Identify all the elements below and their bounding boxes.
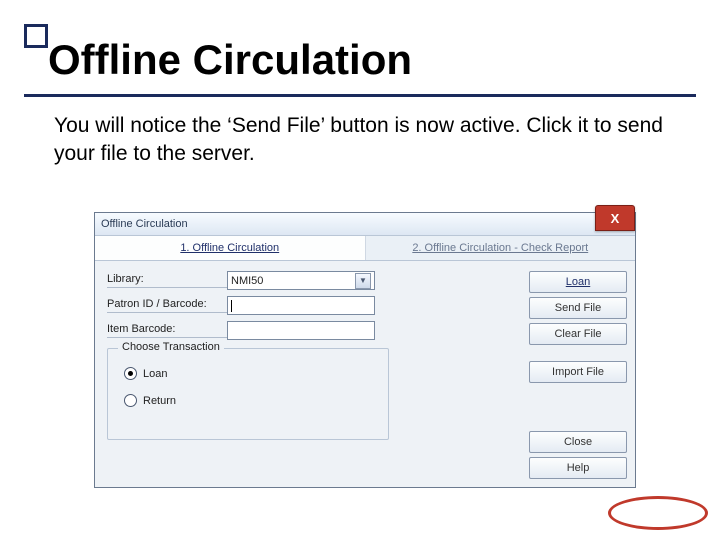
slide: Offline Circulation You will notice the … [0, 0, 720, 540]
tab-check-report[interactable]: 2. Offline Circulation - Check Report [366, 236, 636, 260]
label-patron: Patron ID / Barcode: [107, 298, 227, 313]
radio-icon [124, 367, 137, 380]
titlebar-text: Offline Circulation [101, 218, 188, 230]
callout-circle-icon [608, 496, 708, 530]
radio-icon [124, 394, 137, 407]
radio-loan-label: Loan [143, 368, 167, 380]
form-area: Library: NMI50 ▼ Patron ID / Barcode: It… [107, 271, 521, 479]
titlebar: Offline Circulation X [95, 213, 635, 236]
send-file-button[interactable]: Send File [529, 297, 627, 319]
radio-return-label: Return [143, 395, 176, 407]
library-combo[interactable]: NMI50 ▼ [227, 271, 375, 290]
close-icon: X [611, 211, 620, 226]
bullet-square-icon [24, 24, 48, 48]
import-file-button[interactable]: Import File [529, 361, 627, 383]
body-text: You will notice the ‘Send File’ button i… [54, 112, 674, 169]
dialog-body: Library: NMI50 ▼ Patron ID / Barcode: It… [95, 261, 635, 487]
close-button[interactable]: X [595, 205, 635, 231]
help-button[interactable]: Help [529, 457, 627, 479]
close-dialog-button[interactable]: Close [529, 431, 627, 453]
label-item: Item Barcode: [107, 323, 227, 338]
title-rule [24, 94, 696, 97]
dialog-wrap: Offline Circulation X 1. Offline Circula… [94, 212, 634, 508]
gap [529, 349, 627, 357]
clear-file-button[interactable]: Clear File [529, 323, 627, 345]
radio-loan[interactable]: Loan [124, 367, 378, 380]
loan-button[interactable]: Loan [529, 271, 627, 293]
chevron-down-icon: ▼ [355, 273, 371, 289]
item-barcode-input[interactable] [227, 321, 375, 340]
group-title: Choose Transaction [118, 341, 224, 353]
offline-circulation-dialog: Offline Circulation X 1. Offline Circula… [94, 212, 636, 488]
label-library: Library: [107, 273, 227, 288]
slide-title: Offline Circulation [48, 36, 412, 84]
tab-row: 1. Offline Circulation 2. Offline Circul… [95, 236, 635, 261]
library-value: NMI50 [231, 275, 263, 287]
tab-offline-circulation[interactable]: 1. Offline Circulation [95, 236, 366, 260]
patron-input[interactable] [227, 296, 375, 315]
text-cursor-icon [231, 300, 232, 312]
choose-transaction-group: Choose Transaction Loan Return [107, 348, 389, 440]
button-column: Loan Send File Clear File Import File Cl… [529, 271, 627, 479]
radio-return[interactable]: Return [124, 394, 378, 407]
gap [529, 387, 627, 427]
